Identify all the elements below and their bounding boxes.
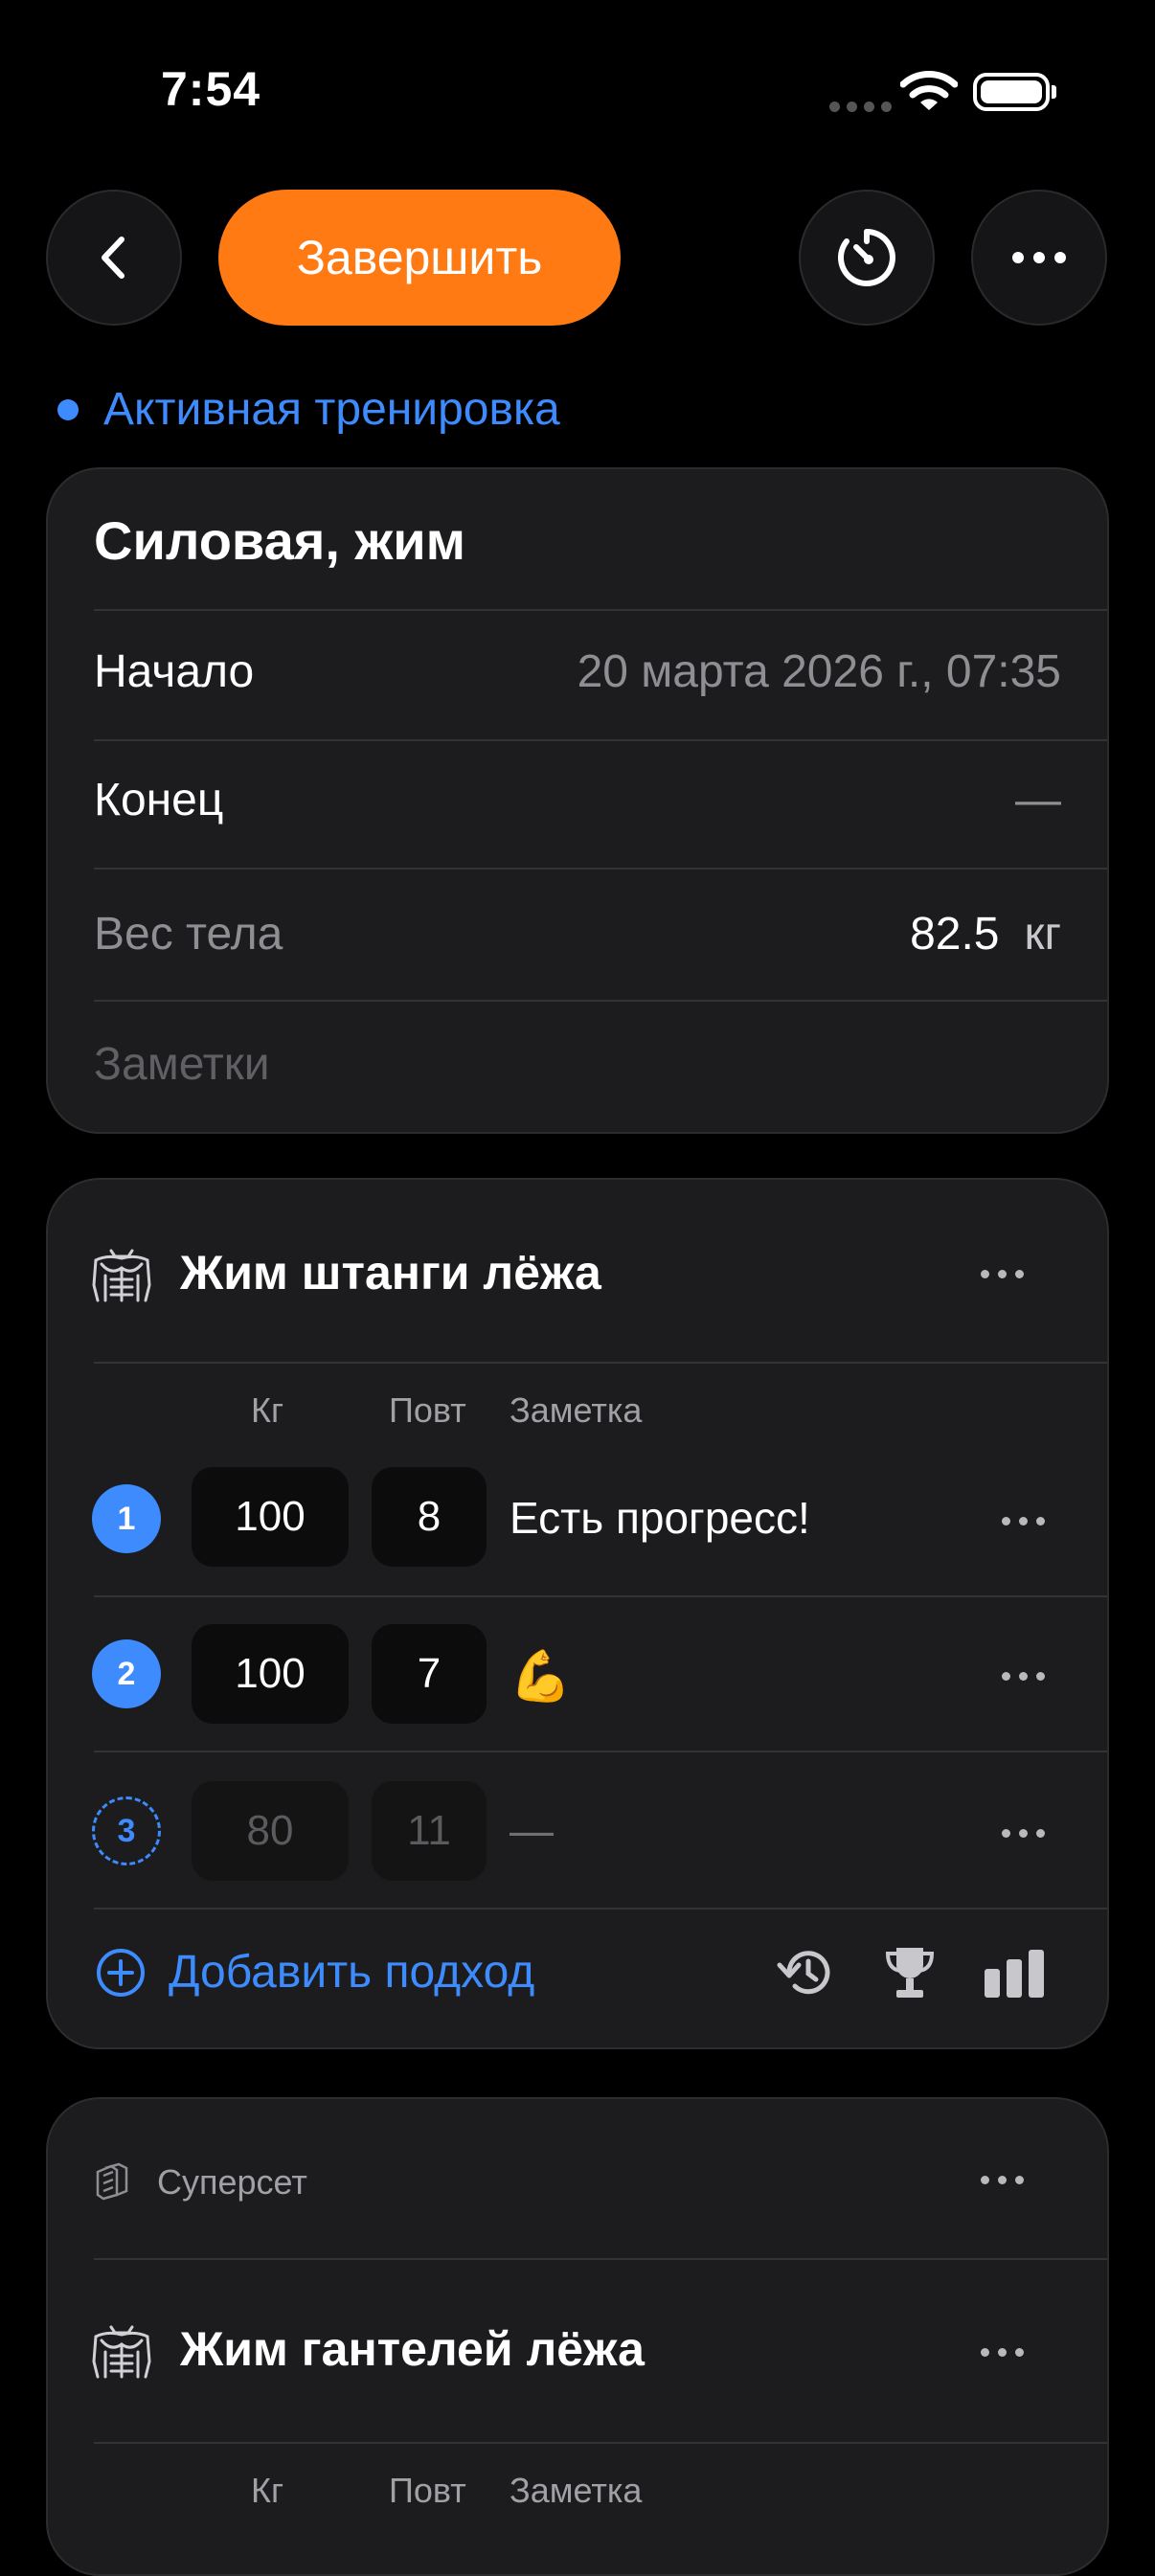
set-note[interactable]: 💪 bbox=[510, 1647, 572, 1706]
chest-muscle-icon bbox=[92, 2325, 151, 2379]
superset-card: Суперсет Жим гантелей лёжа Кг Повт Замет… bbox=[46, 2097, 1109, 2576]
plus-circle-icon bbox=[97, 1948, 145, 1997]
workout-status-label: Активная тренировка bbox=[103, 384, 560, 435]
history-icon[interactable] bbox=[776, 1946, 835, 2000]
more-options-button[interactable] bbox=[971, 190, 1107, 326]
exercise-card: Жим штанги лёжа Кг Повт Заметка 1 100 8 … bbox=[46, 1178, 1109, 2049]
set-kg-input[interactable]: 100 bbox=[192, 1467, 349, 1567]
set-menu-button[interactable] bbox=[1002, 1672, 1045, 1681]
kg-column-header: Кг bbox=[251, 1390, 284, 1430]
superset-menu-button[interactable] bbox=[981, 2176, 1024, 2184]
divider bbox=[94, 1000, 1107, 1002]
set-reps-input[interactable]: 7 bbox=[372, 1624, 487, 1724]
status-dot bbox=[57, 398, 79, 420]
set-reps-input[interactable]: 11 bbox=[372, 1781, 487, 1881]
exercise-menu-button[interactable] bbox=[981, 1270, 1024, 1278]
exercise-name[interactable]: Жим штанги лёжа bbox=[180, 1245, 601, 1300]
superset-label: Суперсет bbox=[157, 2162, 307, 2202]
superset-layers-icon bbox=[96, 2162, 128, 2201]
set-menu-button[interactable] bbox=[1002, 1829, 1045, 1838]
start-value[interactable]: 20 марта 2026 г., 07:35 bbox=[578, 645, 1061, 698]
ellipsis-icon bbox=[1012, 252, 1066, 263]
chest-muscle-icon bbox=[92, 1249, 151, 1302]
trophy-icon[interactable] bbox=[883, 1944, 937, 2001]
end-label: Конец bbox=[94, 775, 224, 825]
finish-workout-button[interactable]: Завершить bbox=[218, 190, 621, 326]
set-note[interactable]: — bbox=[510, 1804, 554, 1856]
end-value[interactable]: — bbox=[1015, 774, 1061, 826]
reps-column-header: Повт bbox=[389, 2471, 466, 2510]
set-reps-input[interactable]: 8 bbox=[372, 1467, 487, 1567]
stats-bar-icon[interactable] bbox=[983, 1948, 1046, 1998]
wifi-icon bbox=[900, 71, 958, 110]
exercise-menu-button[interactable] bbox=[981, 2348, 1024, 2357]
bodyweight-label: Вес тела bbox=[94, 909, 283, 960]
divider bbox=[94, 2258, 1107, 2260]
chevron-left-icon bbox=[102, 237, 125, 279]
divider bbox=[94, 1908, 1107, 1909]
divider bbox=[94, 1751, 1107, 1752]
kg-column-header: Кг bbox=[251, 2471, 284, 2510]
battery-icon bbox=[973, 73, 1050, 111]
set-kg-input[interactable]: 100 bbox=[192, 1624, 349, 1724]
bodyweight-value: 82.5 bbox=[910, 909, 1000, 960]
workout-info-card: Силовая, жим Начало 20 марта 2026 г., 07… bbox=[46, 467, 1109, 1134]
notes-field[interactable]: Заметки bbox=[94, 1038, 270, 1091]
workout-title[interactable]: Силовая, жим bbox=[94, 509, 465, 572]
set-number-badge-planned[interactable]: 3 bbox=[92, 1796, 161, 1865]
add-set-label: Добавить подход bbox=[169, 1947, 535, 1998]
note-column-header: Заметка bbox=[510, 2471, 643, 2510]
workout-status: Активная тренировка bbox=[57, 383, 560, 436]
set-kg-input[interactable]: 80 bbox=[192, 1781, 349, 1881]
bodyweight-unit: кг bbox=[1024, 909, 1061, 960]
divider bbox=[94, 1362, 1107, 1364]
rest-timer-button[interactable] bbox=[799, 190, 935, 326]
divider bbox=[94, 868, 1107, 870]
reps-column-header: Повт bbox=[389, 1390, 466, 1430]
exercise-name[interactable]: Жим гантелей лёжа bbox=[180, 2321, 645, 2377]
divider bbox=[94, 609, 1107, 611]
timer-icon bbox=[838, 229, 895, 286]
set-number-badge[interactable]: 1 bbox=[92, 1484, 161, 1553]
start-label: Начало bbox=[94, 646, 255, 697]
divider bbox=[94, 1595, 1107, 1597]
set-number-badge[interactable]: 2 bbox=[92, 1639, 161, 1708]
back-button[interactable] bbox=[46, 190, 182, 326]
set-note[interactable]: Есть прогресс! bbox=[510, 1492, 810, 1544]
set-menu-button[interactable] bbox=[1002, 1517, 1045, 1525]
status-time: 7:54 bbox=[161, 62, 261, 116]
add-set-button[interactable]: Добавить подход bbox=[96, 1946, 534, 1999]
divider bbox=[94, 2442, 1107, 2444]
cellular-signal-icon bbox=[829, 102, 892, 112]
bodyweight-field[interactable]: 82.5 кг bbox=[910, 908, 1061, 960]
note-column-header: Заметка bbox=[510, 1390, 643, 1430]
divider bbox=[94, 739, 1107, 741]
battery-tip bbox=[1052, 85, 1056, 99]
